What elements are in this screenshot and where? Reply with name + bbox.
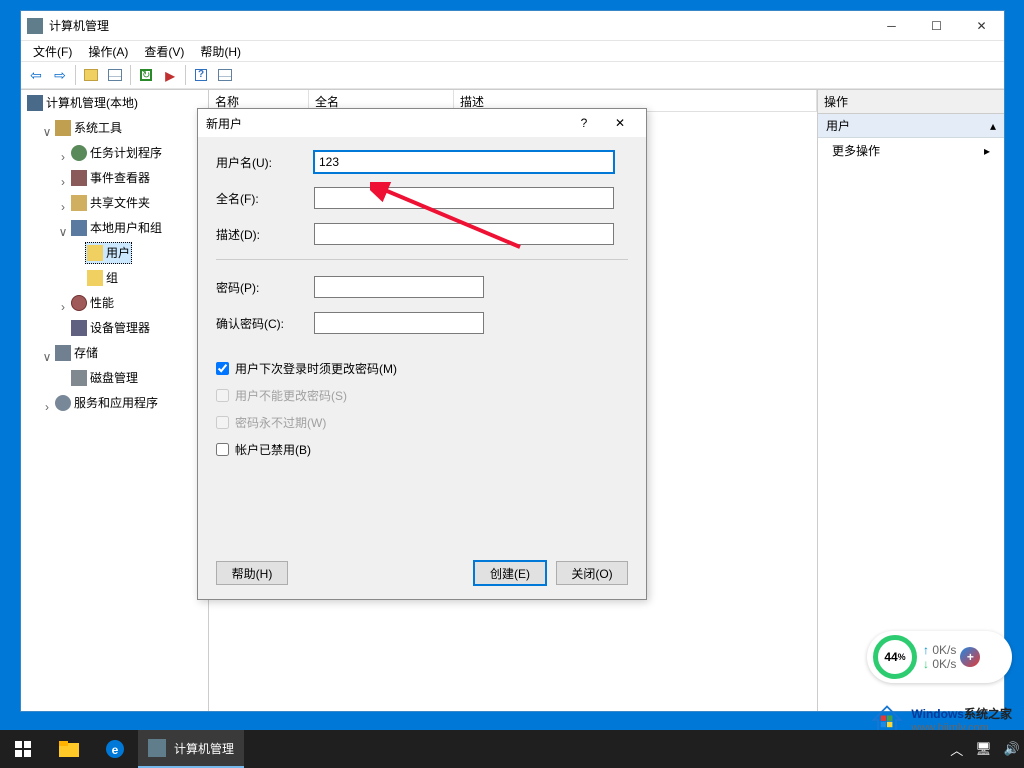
never-expire-label: 密码永不过期(W) bbox=[235, 414, 326, 431]
username-label: 用户名(U): bbox=[216, 154, 314, 171]
svg-text:e: e bbox=[112, 743, 119, 757]
description-label: 描述(D): bbox=[216, 226, 314, 243]
actions-pane: 操作 用户▴ 更多操作▸ bbox=[818, 90, 1004, 711]
titlebar: 计算机管理 ─ ☐ ✕ bbox=[21, 11, 1004, 41]
tree-device-manager[interactable]: 设备管理器 bbox=[69, 317, 152, 339]
toolbar: ⇦ ⇨ ↻ ▶ ? bbox=[21, 61, 1004, 89]
never-expire-checkbox bbox=[216, 416, 229, 429]
speed-widget[interactable]: 44% ↑ 0K/s ↓ 0K/s + bbox=[867, 631, 1012, 683]
tray-volume-icon[interactable]: 🔊 bbox=[1004, 741, 1020, 757]
plus-badge-icon[interactable]: + bbox=[960, 647, 980, 667]
start-button[interactable] bbox=[0, 730, 46, 768]
username-input[interactable] bbox=[314, 151, 614, 173]
tray-network-icon[interactable]: 🖥 bbox=[975, 741, 992, 757]
menu-view[interactable]: 查看(V) bbox=[138, 41, 190, 62]
taskbar-active-app[interactable]: 计算机管理 bbox=[138, 730, 244, 768]
fullname-label: 全名(F): bbox=[216, 190, 314, 207]
speed-percent-ring: 44% bbox=[873, 635, 917, 679]
tray-chevron-icon[interactable]: ︿ bbox=[950, 740, 963, 759]
actions-more[interactable]: 更多操作▸ bbox=[818, 138, 1004, 163]
taskbar-edge[interactable]: e bbox=[92, 730, 138, 768]
properties-button[interactable] bbox=[104, 64, 126, 86]
menubar: 文件(F) 操作(A) 查看(V) 帮助(H) bbox=[21, 41, 1004, 61]
create-button[interactable]: 创建(E) bbox=[474, 561, 546, 585]
tree-users[interactable]: 用户 bbox=[85, 242, 132, 264]
toggle-icon[interactable]: ∨ bbox=[41, 122, 53, 142]
confirm-password-label: 确认密码(C): bbox=[216, 315, 314, 332]
tree-event-viewer[interactable]: 事件查看器 bbox=[69, 167, 152, 189]
refresh-button[interactable]: ↻ bbox=[135, 64, 157, 86]
dialog-help-button2[interactable]: 帮助(H) bbox=[216, 561, 288, 585]
help-button[interactable]: ? bbox=[190, 64, 212, 86]
chevron-right-icon: ▸ bbox=[984, 144, 990, 158]
export-button[interactable]: ▶ bbox=[159, 64, 181, 86]
must-change-password-checkbox[interactable] bbox=[216, 362, 229, 375]
new-user-dialog: 新用户 ? ✕ 用户名(U): 全名(F): 描述(D): 密码(P): 确认密… bbox=[197, 108, 647, 600]
tree-services[interactable]: 服务和应用程序 bbox=[53, 392, 160, 414]
maximize-button[interactable]: ☐ bbox=[914, 12, 959, 40]
dialog-title: 新用户 bbox=[206, 115, 566, 132]
tree-local-users[interactable]: 本地用户和组 bbox=[69, 217, 164, 239]
tree-performance[interactable]: 性能 bbox=[69, 292, 116, 314]
dialog-titlebar: 新用户 ? ✕ bbox=[198, 109, 646, 137]
tree-task-scheduler[interactable]: 任务计划程序 bbox=[69, 142, 164, 164]
cannot-change-password-label: 用户不能更改密码(S) bbox=[235, 387, 347, 404]
tree-system-tools[interactable]: 系统工具 bbox=[53, 117, 124, 139]
speed-stats: ↑ 0K/s ↓ 0K/s bbox=[923, 643, 956, 671]
taskbar-file-explorer[interactable] bbox=[46, 730, 92, 768]
toggle-icon[interactable]: ∨ bbox=[41, 347, 53, 367]
toggle-icon[interactable]: › bbox=[57, 297, 69, 317]
fullname-input[interactable] bbox=[314, 187, 614, 209]
toggle-icon[interactable]: ∨ bbox=[57, 222, 69, 242]
password-input[interactable] bbox=[314, 276, 484, 298]
back-button[interactable]: ⇦ bbox=[25, 64, 47, 86]
dialog-close-button[interactable]: ✕ bbox=[602, 111, 638, 135]
window-title: 计算机管理 bbox=[49, 17, 869, 34]
password-label: 密码(P): bbox=[216, 279, 314, 296]
close-button2[interactable]: 关闭(O) bbox=[556, 561, 628, 585]
folder-icon bbox=[59, 741, 79, 757]
tree-groups[interactable]: 组 bbox=[85, 267, 120, 289]
close-button[interactable]: ✕ bbox=[959, 12, 1004, 40]
description-input[interactable] bbox=[314, 223, 614, 245]
taskbar: e 计算机管理 ︿ 🖥 🔊 bbox=[0, 730, 1024, 768]
toggle-icon[interactable]: › bbox=[57, 197, 69, 217]
menu-file[interactable]: 文件(F) bbox=[27, 41, 78, 62]
menu-action[interactable]: 操作(A) bbox=[82, 41, 134, 62]
actions-header: 操作 bbox=[818, 90, 1004, 114]
tree-disk-management[interactable]: 磁盘管理 bbox=[69, 367, 140, 389]
confirm-password-input[interactable] bbox=[314, 312, 484, 334]
edge-icon: e bbox=[105, 739, 125, 759]
tree-shared-folders[interactable]: 共享文件夹 bbox=[69, 192, 152, 214]
view-button[interactable] bbox=[214, 64, 236, 86]
up-button[interactable] bbox=[80, 64, 102, 86]
toggle-icon[interactable]: › bbox=[57, 172, 69, 192]
minimize-button[interactable]: ─ bbox=[869, 12, 914, 40]
must-change-password-label: 用户下次登录时须更改密码(M) bbox=[235, 360, 397, 377]
tree-root[interactable]: 计算机管理(本地) bbox=[25, 92, 140, 114]
app-icon bbox=[27, 18, 43, 34]
tree-storage[interactable]: 存储 bbox=[53, 342, 100, 364]
collapse-icon: ▴ bbox=[990, 119, 996, 133]
forward-button[interactable]: ⇨ bbox=[49, 64, 71, 86]
app-icon bbox=[148, 739, 166, 757]
system-tray: ︿ 🖥 🔊 bbox=[950, 740, 1024, 759]
tree-pane[interactable]: 计算机管理(本地) ∨系统工具 ›任务计划程序 ›事件查看器 ›共享文件夹 ∨本… bbox=[21, 90, 209, 711]
cannot-change-password-checkbox bbox=[216, 389, 229, 402]
toggle-icon[interactable]: › bbox=[57, 147, 69, 167]
account-disabled-checkbox[interactable] bbox=[216, 443, 229, 456]
actions-section-users[interactable]: 用户▴ bbox=[818, 114, 1004, 138]
windows-icon bbox=[15, 741, 31, 757]
account-disabled-label: 帐户已禁用(B) bbox=[235, 441, 311, 458]
dialog-help-button[interactable]: ? bbox=[566, 111, 602, 135]
toggle-icon[interactable]: › bbox=[41, 397, 53, 417]
menu-help[interactable]: 帮助(H) bbox=[194, 41, 247, 62]
